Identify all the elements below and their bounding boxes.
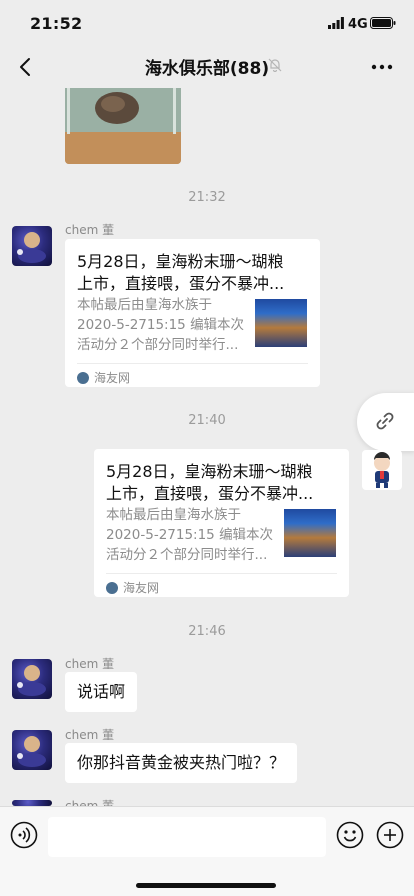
sender-name: chem 董 <box>65 799 115 806</box>
avatar-image <box>17 736 46 767</box>
avatar[interactable] <box>12 730 52 770</box>
more-dots-icon[interactable] <box>370 56 394 78</box>
signal-icon <box>328 17 344 29</box>
avatar[interactable] <box>12 659 52 699</box>
status-bar: 21:52 4G <box>0 0 414 46</box>
avatar[interactable] <box>12 226 52 266</box>
card-divider <box>106 573 337 574</box>
card-title-line: 上市，直接喂，蛋分不暴冲... <box>77 274 285 293</box>
status-time: 21:52 <box>30 14 83 33</box>
nav-bar: 海水俱乐部(88) <box>0 46 414 88</box>
message-bubble[interactable]: 说话啊 <box>65 672 138 712</box>
source-logo-icon <box>106 581 118 594</box>
chat-title: 海水俱乐部(88) <box>144 59 270 79</box>
card-source-label: 海友网 <box>94 371 131 385</box>
network-type: 4G <box>348 17 368 32</box>
message-bubble[interactable]: 你那抖音黄金被夹热门啦？？ <box>65 743 298 783</box>
bell-off-icon <box>268 58 282 72</box>
input-bar <box>0 806 414 896</box>
card-title: 5月28日，皇海粉末珊～瑚粮 上市，直接喂，蛋分不暴冲... <box>106 461 337 505</box>
avatar-image <box>17 665 46 696</box>
card-desc-line: 活动分２个部分同时举行... <box>77 337 239 353</box>
card-source: 海友网 <box>106 579 159 596</box>
card-title-line: 5月28日，皇海粉末珊～瑚粮 <box>106 462 313 481</box>
card-thumbnail <box>255 299 307 347</box>
message-input[interactable] <box>48 817 326 857</box>
emoji-icon[interactable] <box>336 821 364 849</box>
link-card[interactable]: 5月28日，皇海粉末珊～瑚粮 上市，直接喂，蛋分不暴冲... 本帖最后由皇海水族… <box>94 449 349 597</box>
timestamp: 21:32 <box>188 190 226 205</box>
sender-name: chem 董 <box>65 728 115 742</box>
card-desc-line: 活动分２个部分同时举行... <box>106 547 268 563</box>
home-indicator <box>136 883 276 888</box>
sender-name: chem 董 <box>65 223 115 237</box>
card-divider <box>77 363 308 364</box>
card-thumbnail <box>284 509 336 557</box>
card-description: 本帖最后由皇海水族于 2020-5-2715:15 编辑本次 活动分２个部分同时… <box>106 505 274 565</box>
timestamp: 21:46 <box>188 624 226 639</box>
plus-icon[interactable] <box>376 821 404 849</box>
sender-name: chem 董 <box>65 657 115 671</box>
card-source: 海友网 <box>77 369 130 386</box>
card-title-line: 上市，直接喂，蛋分不暴冲... <box>106 484 314 503</box>
image-message[interactable] <box>65 88 181 164</box>
card-source-label: 海友网 <box>123 581 160 595</box>
source-logo-icon <box>77 371 89 384</box>
card-desc-line: 2020-5-2715:15 编辑本次 <box>106 527 274 543</box>
card-desc-line: 本帖最后由皇海水族于 <box>106 507 241 523</box>
card-desc-line: 2020-5-2715:15 编辑本次 <box>77 317 245 333</box>
card-title: 5月28日，皇海粉末珊～瑚粮 上市，直接喂，蛋分不暴冲... <box>77 251 308 295</box>
battery-icon <box>370 17 396 29</box>
card-title-line: 5月28日，皇海粉末珊～瑚粮 <box>77 252 284 271</box>
my-avatar[interactable] <box>362 450 402 490</box>
avatar-image <box>374 452 390 488</box>
timestamp: 21:40 <box>188 413 226 428</box>
link-button[interactable] <box>357 393 414 451</box>
card-desc-line: 本帖最后由皇海水族于 <box>77 297 212 313</box>
photo-image <box>65 88 181 164</box>
avatar-image <box>17 232 46 263</box>
link-card[interactable]: 5月28日，皇海粉末珊～瑚粮 上市，直接喂，蛋分不暴冲... 本帖最后由皇海水族… <box>65 239 320 387</box>
link-icon <box>376 412 394 430</box>
voice-icon[interactable] <box>10 821 38 849</box>
card-description: 本帖最后由皇海水族于 2020-5-2715:15 编辑本次 活动分２个部分同时… <box>77 295 245 355</box>
